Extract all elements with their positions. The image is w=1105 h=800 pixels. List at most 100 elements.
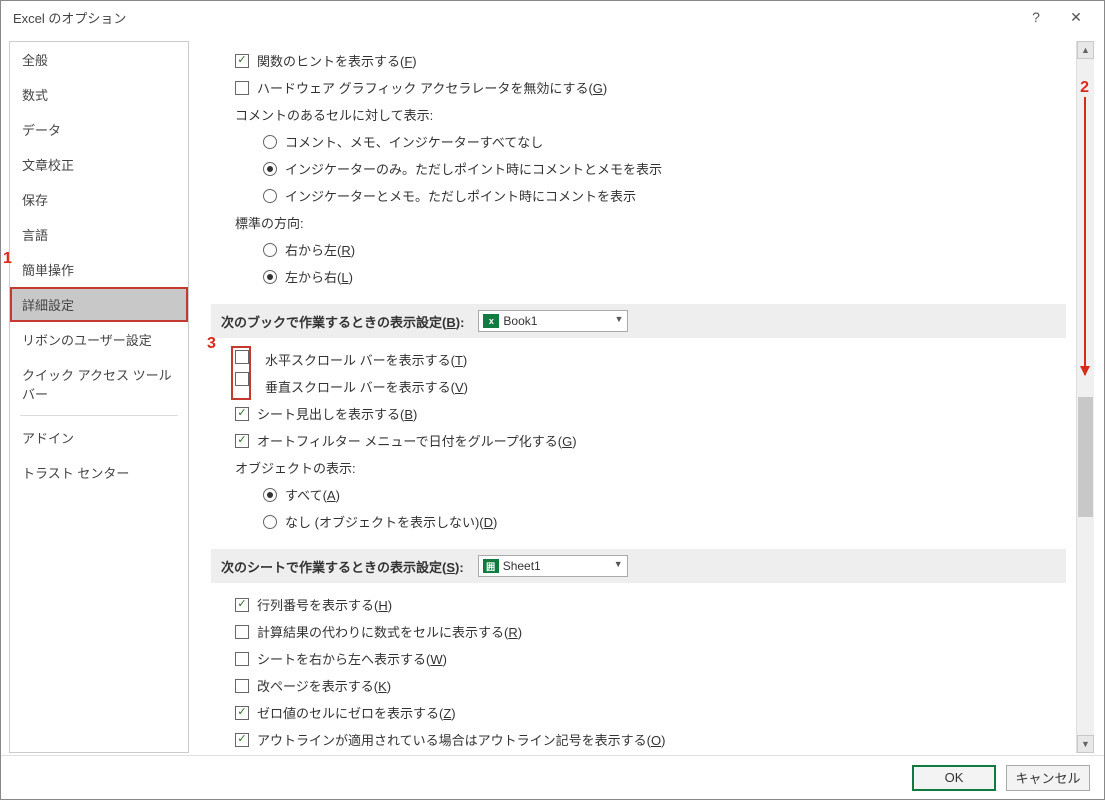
option-page-breaks[interactable]: 改ページを表示する(K): [211, 672, 1066, 699]
option-sheet-rtl[interactable]: シートを右から左へ表示する(W): [211, 645, 1066, 672]
option-label: 右から左(R): [285, 240, 355, 259]
option-autofilter-group-dates[interactable]: オートフィルター メニューで日付をグループ化する(G): [211, 427, 1066, 454]
section-head-workbook-display: 次のブックで作業するときの表示設定(B): x Book1 ▼: [211, 304, 1066, 338]
annotation-3: 3: [207, 335, 216, 353]
option-direction-rtl[interactable]: 右から左(R): [211, 236, 1066, 263]
chevron-down-icon: ▼: [614, 314, 623, 324]
sidebar-item-proofing[interactable]: 文章校正: [10, 147, 188, 182]
sidebar-separator: [20, 415, 178, 416]
radio-icon[interactable]: [263, 270, 277, 284]
checkbox-icon[interactable]: [235, 652, 249, 666]
sidebar-item-quick-access[interactable]: クイック アクセス ツール バー: [10, 357, 188, 411]
chevron-down-icon: ▼: [614, 559, 623, 569]
option-comments-indicator-and-memo[interactable]: インジケーターとメモ。ただしポイント時にコメントを表示: [211, 182, 1066, 209]
option-outline-symbols[interactable]: アウトラインが適用されている場合はアウトライン記号を表示する(O): [211, 726, 1066, 753]
annotation-2: 2: [1080, 79, 1089, 97]
option-label: オートフィルター メニューで日付をグループ化する(G): [257, 431, 577, 450]
section-title: 次のブックで作業するときの表示設定(B):: [221, 312, 464, 331]
sidebar-item-customize-ribbon[interactable]: リボンのユーザー設定: [10, 322, 188, 357]
radio-icon[interactable]: [263, 515, 277, 529]
radio-icon[interactable]: [263, 488, 277, 502]
option-show-formulas[interactable]: 計算結果の代わりに数式をセルに表示する(R): [211, 618, 1066, 645]
option-comments-indicator-only[interactable]: インジケーターのみ。ただしポイント時にコメントとメモを表示: [211, 155, 1066, 182]
option-h-scrollbar[interactable]: 水平スクロール バーを表示する(T): [257, 346, 468, 373]
section-head-sheet-display: 次のシートで作業するときの表示設定(S): 囲 Sheet1 ▼: [211, 549, 1066, 583]
checkbox-v-scroll[interactable]: [235, 372, 249, 386]
radio-icon[interactable]: [263, 135, 277, 149]
radio-icon[interactable]: [263, 162, 277, 176]
option-label: アウトラインが適用されている場合はアウトライン記号を表示する(O): [257, 730, 665, 749]
checkbox-icon[interactable]: [235, 598, 249, 612]
sidebar-item-addins[interactable]: アドイン: [10, 420, 188, 455]
checkbox-icon[interactable]: [235, 434, 249, 448]
option-label: コメント、メモ、インジケーターすべてなし: [285, 132, 543, 151]
sidebar-item-advanced[interactable]: 詳細設定: [10, 287, 188, 322]
ok-button[interactable]: OK: [912, 765, 996, 791]
option-label: なし (オブジェクトを表示しない)(D): [285, 512, 497, 531]
option-label: ハードウェア グラフィック アクセラレータを無効にする(G): [257, 78, 607, 97]
option-objects-all[interactable]: すべて(A): [211, 481, 1066, 508]
checkbox-icon[interactable]: [235, 706, 249, 720]
option-label: インジケーターのみ。ただしポイント時にコメントとメモを表示: [285, 159, 662, 178]
option-function-tips[interactable]: 関数のヒントを表示する(F): [211, 47, 1066, 74]
checkbox-icon[interactable]: [235, 54, 249, 68]
annotation-2-arrow-icon: [1084, 97, 1086, 375]
option-v-scrollbar[interactable]: 垂直スクロール バーを表示する(V): [257, 373, 468, 400]
scroll-up-arrow-icon[interactable]: ▲: [1077, 41, 1094, 59]
option-direction-ltr[interactable]: 左から右(L): [211, 263, 1066, 290]
annotation-3-highlight: [231, 346, 251, 400]
option-label: インジケーターとメモ。ただしポイント時にコメントを表示: [285, 186, 636, 205]
option-label: すべて(A): [285, 485, 340, 504]
combo-value: Book1: [503, 314, 537, 328]
cancel-button[interactable]: キャンセル: [1006, 765, 1090, 791]
subheading-comments: コメントのあるセルに対して表示:: [211, 101, 1066, 128]
scroll-content: 関数のヒントを表示する(F) ハードウェア グラフィック アクセラレータを無効に…: [197, 41, 1074, 753]
main-panel: 関数のヒントを表示する(F) ハードウェア グラフィック アクセラレータを無効に…: [197, 41, 1094, 753]
titlebar: Excel のオプション ? ✕: [1, 1, 1104, 33]
close-button[interactable]: ✕: [1056, 3, 1096, 31]
subheading-direction: 標準の方向:: [211, 209, 1066, 236]
option-sheet-tabs[interactable]: シート見出しを表示する(B): [211, 400, 1066, 427]
window-title: Excel のオプション: [13, 8, 1016, 27]
option-row-col-headers[interactable]: 行列番号を表示する(H): [211, 591, 1066, 618]
option-label: シートを右から左へ表示する(W): [257, 649, 447, 668]
sidebar-item-save[interactable]: 保存: [10, 182, 188, 217]
annotation-1: 1: [3, 250, 12, 268]
option-label: ゼロ値のセルにゼロを表示する(Z): [257, 703, 456, 722]
option-label: 関数のヒントを表示する(F): [257, 51, 417, 70]
help-button[interactable]: ?: [1016, 3, 1056, 31]
workbook-combo[interactable]: x Book1 ▼: [478, 310, 628, 332]
option-label: 行列番号を表示する(H): [257, 595, 392, 614]
excel-icon: x: [483, 314, 499, 328]
option-show-zeros[interactable]: ゼロ値のセルにゼロを表示する(Z): [211, 699, 1066, 726]
combo-value: Sheet1: [503, 559, 541, 573]
sidebar-item-ease-of-access[interactable]: 簡単操作: [10, 252, 188, 287]
scroll-down-arrow-icon[interactable]: ▼: [1077, 735, 1094, 753]
option-comments-none[interactable]: コメント、メモ、インジケーターすべてなし: [211, 128, 1066, 155]
checkbox-icon[interactable]: [235, 407, 249, 421]
option-disable-hw-accel[interactable]: ハードウェア グラフィック アクセラレータを無効にする(G): [211, 74, 1066, 101]
scroll-thumb[interactable]: [1078, 397, 1093, 517]
option-label: シート見出しを表示する(B): [257, 404, 417, 423]
sheet-combo[interactable]: 囲 Sheet1 ▼: [478, 555, 628, 577]
checkbox-icon[interactable]: [235, 679, 249, 693]
option-objects-none[interactable]: なし (オブジェクトを表示しない)(D): [211, 508, 1066, 535]
sidebar-item-language[interactable]: 言語: [10, 217, 188, 252]
checkbox-icon[interactable]: [235, 81, 249, 95]
dialog-footer: OK キャンセル: [1, 755, 1104, 799]
checkbox-icon[interactable]: [235, 733, 249, 747]
sidebar: 全般 数式 データ 文章校正 保存 言語 簡単操作 詳細設定 リボンのユーザー設…: [9, 41, 189, 753]
radio-icon[interactable]: [263, 189, 277, 203]
sidebar-item-trust-center[interactable]: トラスト センター: [10, 455, 188, 490]
sidebar-item-general[interactable]: 全般: [10, 42, 188, 77]
sheet-icon: 囲: [483, 559, 499, 573]
checkbox-h-scroll[interactable]: [235, 350, 249, 364]
subheading-objects: オブジェクトの表示:: [211, 454, 1066, 481]
option-label: 改ページを表示する(K): [257, 676, 391, 695]
option-label: 計算結果の代わりに数式をセルに表示する(R): [257, 622, 522, 641]
checkbox-icon[interactable]: [235, 625, 249, 639]
sidebar-item-formulas[interactable]: 数式: [10, 77, 188, 112]
section-title: 次のシートで作業するときの表示設定(S):: [221, 557, 464, 576]
sidebar-item-data[interactable]: データ: [10, 112, 188, 147]
radio-icon[interactable]: [263, 243, 277, 257]
